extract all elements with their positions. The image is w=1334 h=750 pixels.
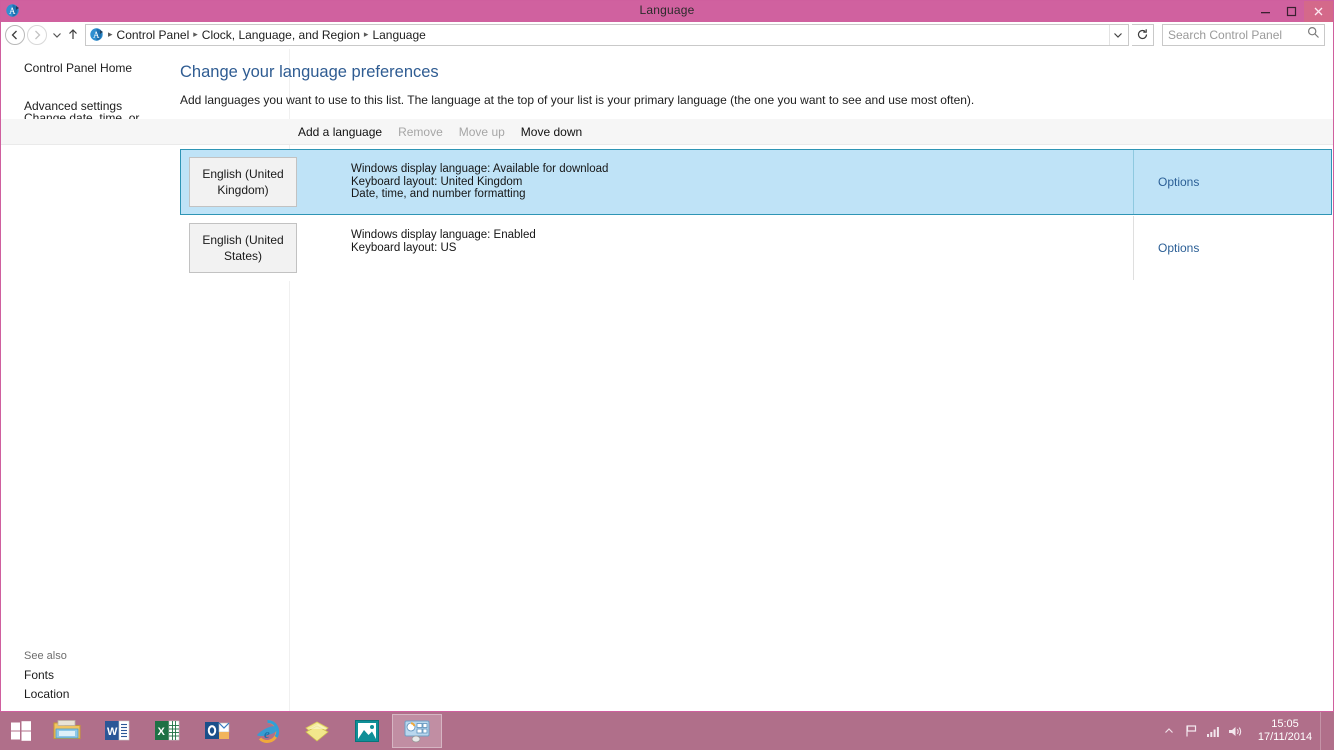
language-breadcrumb-icon: A	[89, 27, 105, 43]
title-bar[interactable]: A Language	[1, 1, 1333, 22]
clock[interactable]: 15:05 17/11/2014	[1246, 718, 1320, 744]
search-input[interactable]: Search Control Panel	[1162, 23, 1325, 46]
search-placeholder: Search Control Panel	[1168, 27, 1283, 42]
network-icon[interactable]	[1202, 712, 1224, 750]
page-description: Add languages you want to use to this li…	[180, 93, 975, 107]
window-controls	[1252, 1, 1333, 22]
language-details: Windows display language: Enabled Keyboa…	[297, 216, 1133, 280]
language-options-cell: Options	[1133, 216, 1331, 280]
photos-icon[interactable]	[342, 712, 392, 750]
search-icon[interactable]	[1307, 26, 1320, 44]
flag-icon[interactable]	[1180, 712, 1202, 750]
file-explorer-icon[interactable]	[42, 712, 92, 750]
back-button[interactable]	[5, 24, 25, 45]
recent-locations-button[interactable]	[49, 25, 65, 45]
see-also-label: See also	[24, 650, 67, 662]
sidebar-item-control-panel-home[interactable]: Control Panel Home	[24, 62, 132, 75]
content-area: Change your language preferences Add lan…	[1, 49, 1333, 711]
remove-button: Remove	[398, 124, 443, 139]
move-up-button: Move up	[458, 124, 505, 139]
window-title: Language	[639, 3, 695, 17]
breadcrumb-language[interactable]: Language	[369, 28, 428, 42]
language-name: English (United States)	[189, 223, 297, 273]
forward-button[interactable]	[27, 24, 47, 45]
language-app-icon: A	[5, 3, 21, 19]
command-toolbar: Add a language Remove Move up Move down	[1, 119, 1333, 145]
clock-date: 17/11/2014	[1257, 731, 1313, 743]
language-detail-line: Windows display language: Available for …	[351, 163, 609, 175]
language-row[interactable]: English (United States) Windows display …	[180, 215, 1332, 281]
svg-text:e: e	[264, 726, 270, 741]
language-detail-line: Keyboard layout: US	[351, 241, 457, 254]
svg-text:A: A	[9, 6, 16, 16]
taskbar: W X e 15:05 17/11/2014	[0, 712, 1334, 750]
add-a-language-button[interactable]: Add a language	[290, 121, 390, 143]
system-tray: 15:05 17/11/2014	[1158, 712, 1334, 750]
refresh-button[interactable]	[1132, 23, 1154, 46]
show-desktop-button[interactable]	[1320, 712, 1328, 750]
maximize-button[interactable]	[1278, 1, 1304, 22]
language-list: English (United Kingdom) Windows display…	[180, 149, 1332, 281]
sidebar-item-location[interactable]: Location	[24, 688, 69, 701]
volume-icon[interactable]	[1224, 712, 1246, 750]
language-details: Windows display language: Available for …	[297, 150, 1133, 214]
excel-icon[interactable]: X	[142, 712, 192, 750]
internet-explorer-icon[interactable]: e	[242, 712, 292, 750]
minimize-button[interactable]	[1252, 1, 1278, 22]
start-button[interactable]	[0, 712, 42, 750]
close-button[interactable]	[1304, 1, 1333, 22]
navigation-bar: A ▸ Control Panel ▸ Clock, Language, and…	[1, 22, 1333, 48]
language-options-cell: Options	[1133, 150, 1331, 214]
language-name: English (United Kingdom)	[189, 157, 297, 207]
options-link[interactable]: Options	[1158, 241, 1199, 255]
sidebar-item-fonts[interactable]: Fonts	[24, 669, 54, 682]
breadcrumb-clock-language-region[interactable]: Clock, Language, and Region	[199, 28, 363, 42]
sticky-notes-icon[interactable]	[292, 712, 342, 750]
language-detail-line: Windows display language: Enabled	[351, 229, 536, 241]
outlook-icon[interactable]	[192, 712, 242, 750]
control-panel-window: A Language A ▸ Control Panel ▸ Clock, La…	[0, 0, 1334, 712]
options-link[interactable]: Options	[1158, 175, 1199, 189]
svg-text:X: X	[158, 726, 166, 738]
svg-text:A: A	[93, 30, 100, 40]
svg-text:W: W	[107, 726, 118, 738]
clock-time: 15:05	[1271, 718, 1299, 730]
address-bar[interactable]: A ▸ Control Panel ▸ Clock, Language, and…	[85, 23, 1129, 46]
window-body: Control Panel Home Advanced settings Cha…	[1, 49, 1333, 711]
language-row[interactable]: English (United Kingdom) Windows display…	[180, 149, 1332, 215]
move-down-button[interactable]: Move down	[513, 121, 590, 143]
breadcrumb-control-panel[interactable]: Control Panel	[114, 28, 193, 42]
word-icon[interactable]: W	[92, 712, 142, 750]
show-hidden-icons-button[interactable]	[1158, 712, 1180, 750]
page-title: Change your language preferences	[180, 63, 439, 81]
chevron-down-icon[interactable]	[1109, 24, 1126, 45]
language-detail-line: Keyboard layout: United Kingdom	[351, 175, 523, 188]
language-detail-line: Date, time, and number formatting	[351, 188, 526, 201]
up-button[interactable]	[65, 25, 81, 45]
control-panel-icon[interactable]	[392, 714, 442, 748]
